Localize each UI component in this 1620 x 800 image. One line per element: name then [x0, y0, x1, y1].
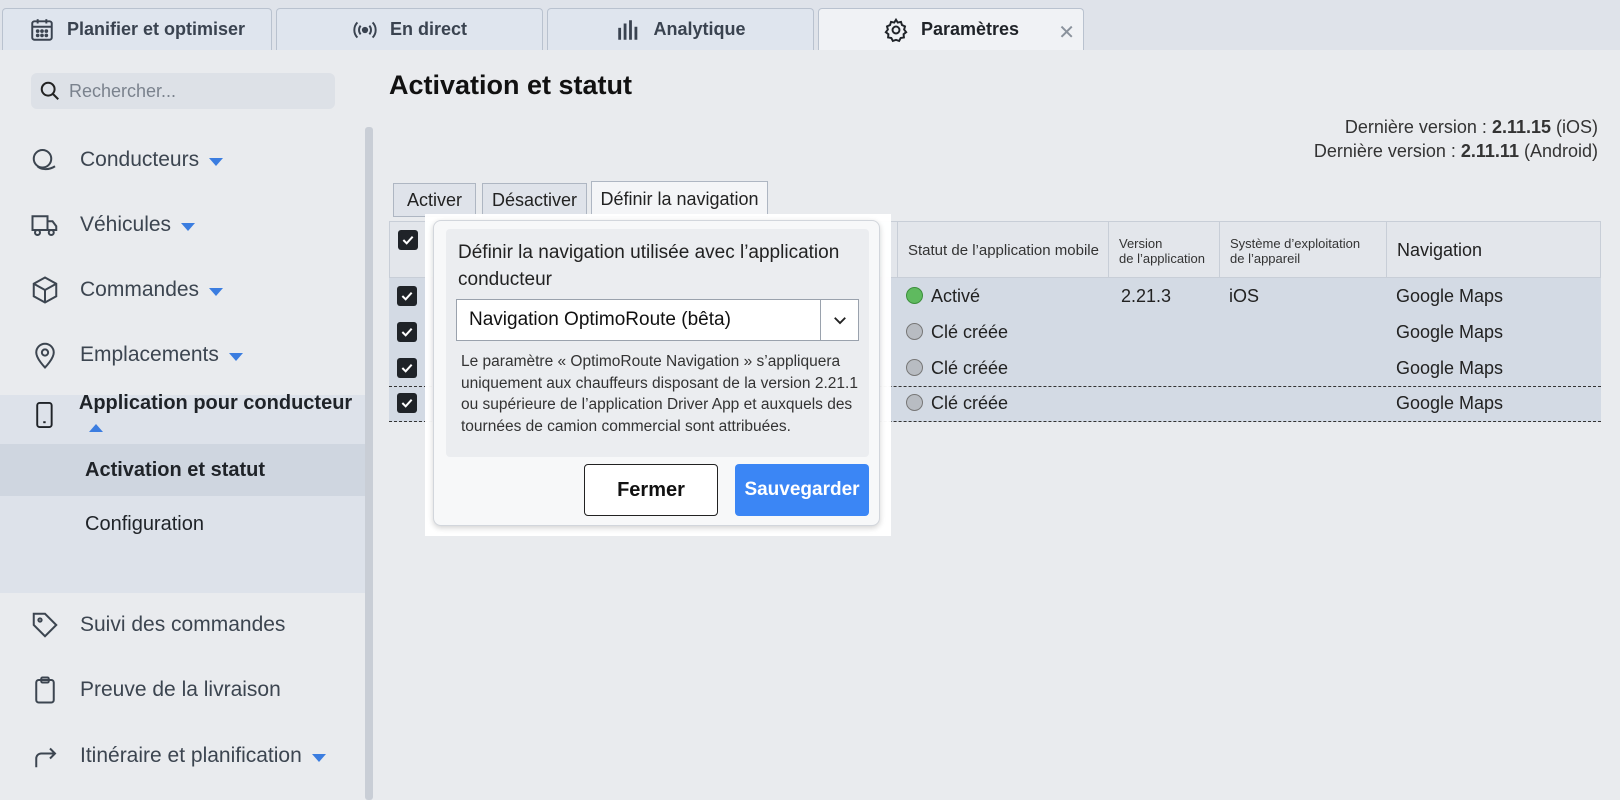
version-cell: 2.21.3	[1121, 286, 1172, 306]
tab-plan-optimize[interactable]: Planifier et optimiser	[2, 8, 272, 50]
clipboard-icon	[35, 676, 55, 704]
sidebar-item-driver-app[interactable]: Application pour conducteur	[0, 385, 365, 445]
tab-label: Paramètres	[920, 19, 1020, 39]
sidebar-subitem-label: Configuration	[85, 512, 204, 535]
activate-button[interactable]: Activer	[393, 183, 476, 217]
check-icon	[401, 398, 413, 408]
chevron-up-icon	[88, 424, 103, 432]
sidebar-subitem-label: Activation et statut	[85, 458, 266, 481]
broadcast-icon	[353, 21, 377, 38]
tab-live[interactable]: En direct	[276, 8, 543, 50]
truck-icon	[31, 215, 58, 236]
sidebar-item-label: Preuve de la livraison	[80, 678, 281, 701]
deactivate-button[interactable]: Désactiver	[482, 183, 587, 217]
close-tab-icon[interactable]: ✕	[1058, 20, 1075, 45]
sidebar-item-orders[interactable]: Commandes	[0, 260, 365, 320]
search-input[interactable]	[69, 80, 319, 102]
location-pin-icon	[35, 342, 55, 369]
os-cell: iOS	[1229, 286, 1260, 306]
calendar-icon	[31, 18, 53, 41]
sidebar-item-order-tracking[interactable]: Suivi des commandes	[0, 595, 365, 655]
tab-label: Planifier et optimiser	[66, 19, 246, 39]
chevron-down-icon	[209, 288, 224, 296]
navigation-select[interactable]: Navigation OptimoRoute (bêta)	[456, 299, 859, 341]
search-box	[31, 73, 335, 109]
box-icon	[32, 276, 58, 304]
latest-version-ios: Dernière version : 2.11.15 (iOS)	[1344, 117, 1598, 137]
status-cell: Clé créée	[906, 322, 1008, 343]
navigation-cell: Google Maps	[1396, 393, 1504, 413]
tab-settings[interactable]: Paramètres ✕	[818, 8, 1084, 50]
sidebar-item-vehicles[interactable]: Véhicules	[0, 195, 365, 255]
status-dot-inactive	[906, 359, 923, 376]
status-cell: Activé	[906, 286, 980, 307]
latest-version-android: Dernière version : 2.11.11 (Android)	[1313, 141, 1598, 161]
dialog-label: Définir la navigation utilisée avec l’ap…	[458, 242, 840, 290]
sidebar-item-locations[interactable]: Emplacements	[0, 325, 365, 385]
sidebar-item-proof-of-delivery[interactable]: Preuve de la livraison	[0, 660, 365, 720]
chevron-down-icon	[311, 754, 326, 762]
phone-icon	[36, 402, 53, 428]
header-device-os[interactable]: Système d’exploitation de l’appareil	[1219, 222, 1386, 279]
top-tab-bar: Planifier et optimiser En direct Analyti…	[0, 0, 1620, 50]
tag-icon	[32, 612, 58, 638]
sidebar-subitem-activation[interactable]: Activation et statut	[0, 444, 365, 496]
status-cell: Clé créée	[906, 358, 1008, 379]
route-arrow-icon	[35, 747, 57, 768]
navigation-cell: Google Maps	[1396, 322, 1504, 342]
sidebar-item-label: Commandes	[80, 278, 200, 301]
sidebar-item-drivers[interactable]: Conducteurs	[0, 130, 365, 190]
drivers-icon	[32, 149, 56, 171]
bar-chart-icon	[618, 19, 638, 40]
sidebar-item-label: Itinéraire et planification	[80, 744, 302, 767]
sidebar-item-label: Conducteurs	[80, 148, 200, 171]
check-icon	[401, 363, 413, 373]
set-navigation-dialog: Définir la navigation utilisée avec l’ap…	[433, 220, 880, 526]
sidebar-item-routing[interactable]: Itinéraire et planification	[0, 726, 365, 786]
navigation-cell: Google Maps	[1396, 286, 1504, 306]
tab-analytics[interactable]: Analytique	[547, 8, 814, 50]
dialog-help-text: Le paramètre « OptimoRoute Navigation » …	[461, 353, 858, 435]
chevron-down-icon	[209, 158, 224, 166]
status-dot-inactive	[906, 394, 923, 411]
status-dot-inactive	[906, 323, 923, 340]
header-app-status[interactable]: Statut de l’application mobile	[897, 222, 1108, 279]
check-icon	[401, 291, 413, 301]
dialog-body: Définir la navigation utilisée avec l’ap…	[446, 229, 869, 457]
gear-icon	[884, 17, 908, 42]
status-dot-active	[906, 287, 923, 304]
chevron-down-icon	[181, 223, 196, 231]
chevron-down-icon[interactable]	[820, 300, 858, 340]
sidebar-item-label: Véhicules	[80, 213, 172, 236]
row-checkbox[interactable]	[397, 322, 417, 342]
tab-label: En direct	[389, 19, 468, 39]
header-navigation[interactable]: Navigation	[1386, 222, 1602, 279]
chevron-down-icon	[228, 353, 243, 361]
check-icon	[401, 327, 413, 337]
row-checkbox[interactable]	[397, 358, 417, 378]
sidebar-item-label: Application pour conducteur	[78, 392, 353, 414]
set-navigation-button[interactable]: Définir la navigation	[591, 181, 768, 217]
close-button[interactable]: Fermer	[584, 464, 718, 516]
row-checkbox[interactable]	[397, 286, 417, 306]
check-icon	[402, 235, 414, 245]
sidebar-item-label: Suivi des commandes	[80, 613, 286, 636]
sidebar-scrollbar[interactable]	[365, 127, 373, 800]
sidebar-subitem-configuration[interactable]: Configuration	[0, 498, 365, 550]
navigation-select-value: Navigation OptimoRoute (bêta)	[469, 309, 731, 330]
search-icon	[40, 81, 59, 100]
status-cell: Clé créée	[906, 393, 1008, 414]
row-checkbox[interactable]	[397, 393, 417, 413]
sidebar: Conducteurs Véhicules Commandes Emplacem…	[0, 50, 365, 800]
page-title: Activation et statut	[389, 70, 633, 100]
tab-label: Analytique	[653, 19, 746, 39]
save-button[interactable]: Sauvegarder	[735, 464, 869, 516]
header-app-version[interactable]: Version de l’application	[1108, 222, 1219, 279]
navigation-cell: Google Maps	[1396, 358, 1504, 378]
select-all-checkbox[interactable]	[398, 230, 418, 250]
sidebar-item-label: Emplacements	[80, 343, 219, 366]
